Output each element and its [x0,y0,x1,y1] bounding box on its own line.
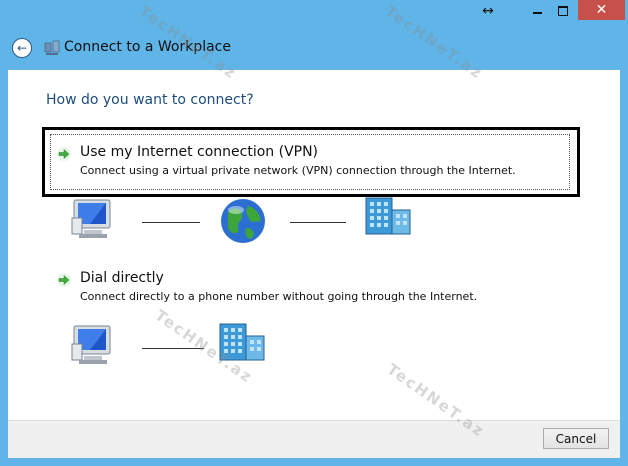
option-vpn-title: Use my Internet connection (VPN) [80,144,319,160]
connection-line [142,222,200,223]
connection-line [290,222,346,223]
content-area: How do you want to connect? Use my Inter… [8,70,620,420]
connection-line [142,348,204,349]
globe-icon [221,199,265,243]
green-arrow-icon [57,147,71,161]
building-icon [365,197,411,235]
back-button[interactable]: ← [12,38,32,58]
option-vpn-description: Connect using a virtual private network … [80,164,516,177]
window: ↔ ✕ ← Connect to a Workplace How do you … [0,0,628,466]
close-button[interactable]: ✕ [578,0,625,20]
green-arrow-icon [57,273,71,287]
window-title: Connect to a Workplace [64,39,231,55]
computer-icon [71,325,111,364]
back-arrow-icon: ← [16,41,28,55]
minimize-button[interactable] [524,0,550,22]
option-dial-description: Connect directly to a phone number witho… [80,290,478,303]
cancel-button[interactable]: Cancel [543,428,609,449]
option-dial-title: Dial directly [80,270,164,286]
building-icon [219,323,265,361]
resize-icon[interactable]: ↔ [476,0,500,22]
maximize-button[interactable] [550,0,576,22]
page-question: How do you want to connect? [46,92,254,108]
option-vpn-focus-rect [50,134,570,190]
computer-icon [71,199,111,238]
footer-bar: Cancel [8,420,620,458]
network-icon [44,40,60,55]
